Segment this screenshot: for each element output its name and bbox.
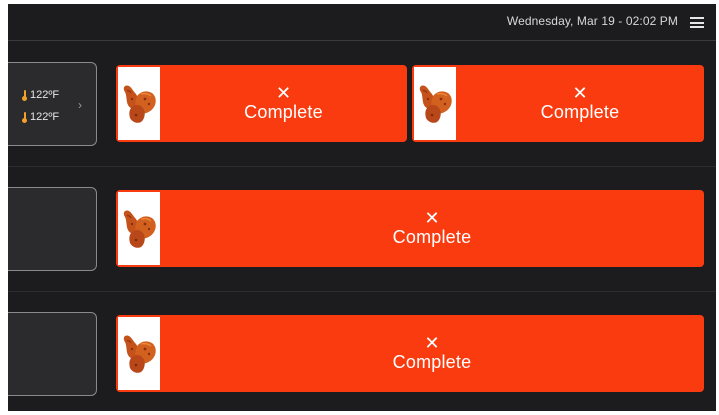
chicken-wings-icon bbox=[118, 67, 160, 140]
complete-tile-4[interactable]: ✕ Complete bbox=[116, 315, 704, 392]
row-divider bbox=[8, 166, 716, 167]
kitchen-display-screen: Wednesday, Mar 19 - 02:02 PM 122ºF 122ºF… bbox=[0, 0, 719, 415]
hamburger-menu-icon[interactable] bbox=[690, 17, 704, 28]
temperature-value: 122ºF bbox=[30, 111, 60, 123]
frame-edge-left bbox=[0, 0, 8, 415]
complete-tile-1[interactable]: ✕ Complete bbox=[116, 65, 407, 142]
complete-tile-3[interactable]: ✕ Complete bbox=[116, 190, 704, 267]
row-divider bbox=[8, 291, 716, 292]
thermometer-icon bbox=[22, 111, 27, 123]
chicken-wings-icon bbox=[414, 67, 456, 140]
chicken-wings-icon bbox=[118, 317, 160, 390]
close-icon: ✕ bbox=[572, 82, 588, 103]
complete-label: Complete bbox=[392, 351, 472, 372]
thermometer-icon bbox=[22, 89, 27, 101]
close-icon: ✕ bbox=[424, 207, 440, 228]
close-icon: ✕ bbox=[424, 332, 440, 353]
frame-edge-bottom bbox=[0, 411, 719, 415]
complete-label: Complete bbox=[540, 101, 620, 122]
fryer-station-1[interactable]: 122ºF 122ºF › bbox=[0, 62, 97, 146]
fryer-station-2[interactable] bbox=[0, 187, 97, 271]
complete-tile-2[interactable]: ✕ Complete bbox=[412, 65, 704, 142]
complete-label: Complete bbox=[244, 101, 323, 122]
complete-label: Complete bbox=[392, 226, 472, 247]
fryer-1-temp-1: 122ºF bbox=[22, 89, 59, 101]
frame-edge-top bbox=[0, 0, 719, 4]
current-datetime: Wednesday, Mar 19 - 02:02 PM bbox=[506, 14, 678, 28]
close-icon: ✕ bbox=[275, 82, 292, 103]
fryer-station-3[interactable] bbox=[0, 312, 97, 396]
top-bar: Wednesday, Mar 19 - 02:02 PM bbox=[8, 4, 716, 41]
chicken-wings-icon bbox=[118, 192, 160, 265]
temperature-value: 122ºF bbox=[30, 89, 60, 101]
chevron-right-icon: › bbox=[78, 98, 82, 112]
fryer-1-temp-2: 122ºF bbox=[22, 111, 59, 123]
